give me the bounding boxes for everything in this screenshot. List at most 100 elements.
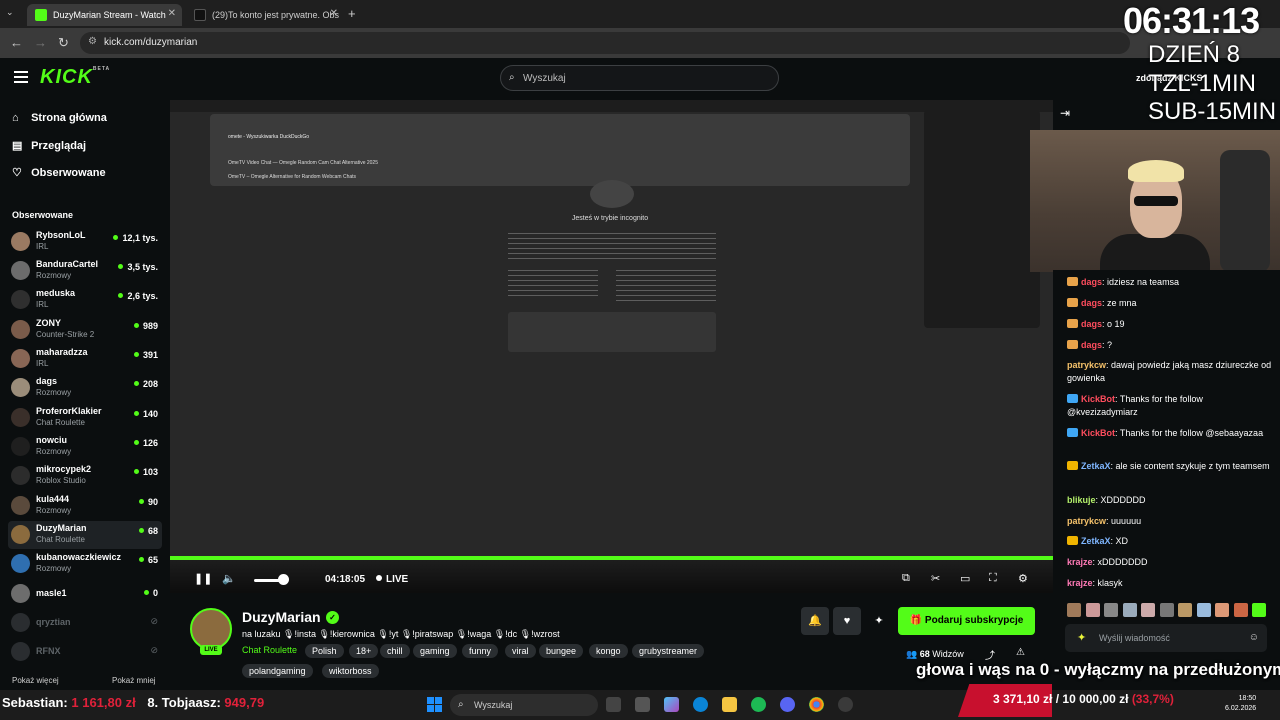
stream-tag[interactable]: viral xyxy=(505,644,536,658)
emote-icon[interactable] xyxy=(1196,603,1211,617)
emote-icon[interactable] xyxy=(1215,603,1229,617)
follow-heart-button[interactable]: ♥ xyxy=(833,607,861,635)
nav-browse[interactable]: ▤ Przeglądaj xyxy=(12,139,86,152)
followed-channel[interactable]: maharadzza IRL 391 xyxy=(8,345,162,373)
miniplayer-icon[interactable]: ⧉ xyxy=(902,572,910,585)
stream-tag[interactable]: polandgaming xyxy=(242,664,313,678)
volume-icon[interactable]: 🔈 xyxy=(222,572,236,585)
streamer-avatar[interactable] xyxy=(190,608,232,650)
report-icon[interactable]: ⚠ xyxy=(1016,647,1025,658)
chat-username[interactable]: patrykcw xyxy=(1067,516,1106,526)
tab-list-icon[interactable]: ⌄ xyxy=(6,7,14,18)
emote-icon[interactable] xyxy=(1233,603,1248,617)
theater-icon[interactable]: ▭ xyxy=(960,572,970,585)
url-field[interactable]: ⚙ kick.com/duzymarian xyxy=(80,32,1130,54)
stream-tag[interactable]: funny xyxy=(462,644,499,658)
nav-home[interactable]: ⌂ Strona główna xyxy=(12,112,107,124)
emoji-icon[interactable]: ☺ xyxy=(1249,632,1259,643)
obs-icon[interactable] xyxy=(838,697,853,712)
chat-username[interactable]: krajze xyxy=(1067,578,1093,588)
new-tab-icon[interactable]: + xyxy=(348,6,356,21)
menu-icon[interactable] xyxy=(14,71,28,83)
followed-channel[interactable]: ZONY Counter-Strike 2 989 xyxy=(8,316,162,344)
stream-tag[interactable]: bungee xyxy=(539,644,584,658)
followed-channel[interactable]: RybsonLoL IRL 12,1 tys. xyxy=(8,228,162,256)
stream-tag[interactable]: chill xyxy=(380,644,410,658)
close-icon[interactable]: ✕ xyxy=(330,8,338,19)
volume-knob[interactable] xyxy=(278,574,289,585)
chat-username[interactable]: dags xyxy=(1081,277,1102,287)
nav-following[interactable]: ♡ Obserwowane xyxy=(12,166,106,179)
discord-icon[interactable] xyxy=(780,697,795,712)
followed-channel[interactable]: kubanowaczkiewicz Rozmowy 65 xyxy=(8,550,162,578)
emote-icon[interactable] xyxy=(1104,603,1118,617)
file-explorer-icon[interactable] xyxy=(722,697,737,712)
emote-icon[interactable] xyxy=(1067,603,1081,617)
followed-channel[interactable]: kula444 Rozmowy 90 xyxy=(8,492,162,520)
chat-username[interactable]: ZetkaX xyxy=(1081,461,1111,471)
streamer-name[interactable]: DuzyMarian xyxy=(242,609,321,625)
site-info-icon[interactable]: ⚙ xyxy=(88,36,97,47)
emote-icon[interactable] xyxy=(1085,603,1100,617)
chat-username[interactable]: dags xyxy=(1081,298,1102,308)
forward-icon[interactable]: → xyxy=(34,35,47,50)
chat-username[interactable]: ZetkaX xyxy=(1081,536,1111,546)
followed-channel[interactable]: nowciu Rozmowy 126 xyxy=(8,433,162,461)
stream-tag[interactable]: wiktorboss xyxy=(322,664,379,678)
followed-channel-offline[interactable]: RFNX ⊘ xyxy=(8,638,162,666)
reload-icon[interactable]: ↻ xyxy=(58,35,69,51)
chat-username[interactable]: krajze xyxy=(1067,557,1093,567)
followed-channel[interactable]: dags Rozmowy 208 xyxy=(8,374,162,402)
spotify-icon[interactable] xyxy=(751,697,766,712)
task-view-icon[interactable] xyxy=(606,697,621,712)
fullscreen-icon[interactable]: ⛶ xyxy=(989,572,997,585)
chat-username[interactable]: dags xyxy=(1081,340,1102,350)
settings-icon[interactable]: ⚙ xyxy=(1018,572,1028,585)
followed-channel[interactable]: DuzyMarian Chat Roulette 68 xyxy=(8,521,162,549)
stream-tag[interactable]: kongo xyxy=(589,644,628,658)
stream-category[interactable]: Chat Roulette xyxy=(242,645,297,655)
kick-logo[interactable]: KICKBETA xyxy=(40,66,110,89)
windows-start-icon[interactable] xyxy=(427,697,442,712)
video-player[interactable]: omete - Wyszukiwarka DuckDuckGo OmeTV Vi… xyxy=(170,100,1053,593)
tab-kick[interactable]: DuzyMarian Stream - Watch ✕ xyxy=(27,4,182,26)
clip-icon[interactable]: ✂ xyxy=(931,572,940,585)
taskbar-search[interactable]: ⌕ Wyszukaj xyxy=(450,694,598,716)
emote-icon[interactable] xyxy=(1122,603,1137,617)
collapse-chat-icon[interactable]: ⇥ xyxy=(1060,106,1070,120)
store-icon[interactable] xyxy=(635,697,650,712)
followed-channel-offline[interactable]: qryztian ⊘ xyxy=(8,609,162,637)
chat-input[interactable]: ✦ Wyślij wiadomość ☺ xyxy=(1065,624,1267,652)
sparkle-icon[interactable]: ✦ xyxy=(1077,631,1086,644)
stream-tag[interactable]: Polish xyxy=(305,644,344,658)
back-icon[interactable]: ← xyxy=(10,35,23,50)
stream-tag[interactable]: gaming xyxy=(413,644,457,658)
show-less-link[interactable]: Pokaż mniej xyxy=(112,676,156,685)
tab-tiktok[interactable]: (29)To konto jest prywatne. Obs ✕ xyxy=(186,4,344,26)
sparkle-button[interactable]: ✦ xyxy=(865,607,893,635)
chat-username[interactable]: blikuje xyxy=(1067,495,1096,505)
emote-icon[interactable] xyxy=(1178,603,1192,617)
followed-channel[interactable]: mikrocypek2 Roblox Studio 103 xyxy=(8,462,162,490)
stream-tag[interactable]: 18+ xyxy=(349,644,379,658)
emote-icon[interactable] xyxy=(1252,603,1266,617)
chat-username[interactable]: KickBot xyxy=(1081,394,1115,404)
emote-icon[interactable] xyxy=(1141,603,1155,617)
copilot-icon[interactable] xyxy=(664,697,679,712)
gift-subscription-button[interactable]: 🎁 Podaruj subskrypcje xyxy=(898,607,1035,635)
show-more-link[interactable]: Pokaż więcej xyxy=(12,676,59,685)
stream-tag[interactable]: grubystreamer xyxy=(632,644,705,658)
emote-icon[interactable] xyxy=(1159,603,1174,617)
close-icon[interactable]: ✕ xyxy=(168,8,176,19)
chat-username[interactable]: patrykcw xyxy=(1067,360,1106,370)
search-input[interactable]: ⌕ Wyszukaj xyxy=(500,65,779,91)
notification-bell-button[interactable]: 🔔 xyxy=(801,607,829,635)
followed-channel[interactable]: masle1 0 xyxy=(8,580,162,608)
followed-channel[interactable]: ProferorKlakier Chat Roulette 140 xyxy=(8,404,162,432)
chat-username[interactable]: KickBot xyxy=(1081,428,1115,438)
pause-icon[interactable]: ❚❚ xyxy=(194,572,212,585)
followed-channel[interactable]: meduska IRL 2,6 tys. xyxy=(8,286,162,314)
chat-username[interactable]: dags xyxy=(1081,319,1102,329)
edge-icon[interactable] xyxy=(693,697,708,712)
chrome-icon[interactable] xyxy=(809,697,824,712)
